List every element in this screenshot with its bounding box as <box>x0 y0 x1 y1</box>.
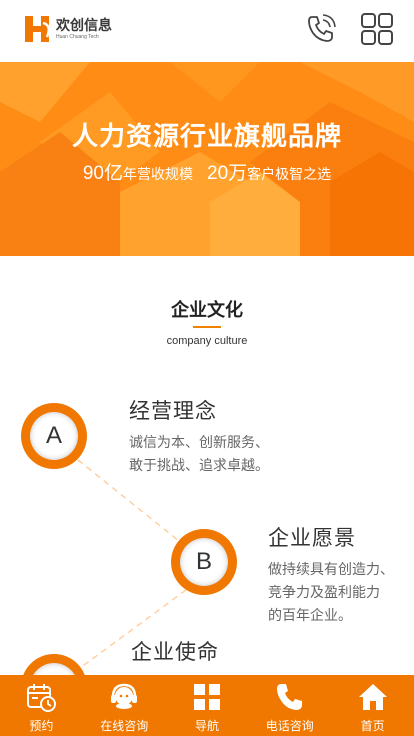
culture-item-b-badge: B <box>171 529 237 595</box>
phone-icon <box>276 684 302 710</box>
culture-item-a-title: 经营理念 <box>129 399 217 423</box>
culture-item-a-desc: 诚信为本、创新服务、 敢于挑战、追求卓越。 <box>129 432 269 478</box>
badge-letter: A <box>30 412 78 460</box>
nav-item-phone-consult[interactable]: 电话咨询 <box>248 675 331 736</box>
nav-item-navigation[interactable]: 导航 <box>166 675 249 736</box>
nav-label: 在线咨询 <box>100 719 149 733</box>
badge-letter: B <box>180 538 228 586</box>
home-icon <box>358 684 387 710</box>
desc-line: 竞争力及盈利能力 <box>268 585 380 601</box>
grid-nav-icon <box>193 684 220 710</box>
nav-label: 首页 <box>360 719 385 733</box>
desc-line: 敢于挑战、追求卓越。 <box>129 458 269 474</box>
desc-line: 做持续具有创造力、 <box>268 562 394 578</box>
nav-item-booking[interactable]: 预约 <box>0 675 83 736</box>
nav-label: 电话咨询 <box>265 719 314 733</box>
culture-item-c-title: 企业使命 <box>131 640 219 664</box>
bottom-nav-bar: 预约 在线咨询 导航 电话咨询 首页 <box>0 675 414 736</box>
customer-service-icon <box>111 683 138 709</box>
nav-label: 导航 <box>194 719 219 733</box>
culture-item-b-desc: 做持续具有创造力、 竞争力及盈利能力 的百年企业。 <box>268 559 394 628</box>
culture-item-b-title: 企业愿景 <box>268 526 356 550</box>
nav-item-home[interactable]: 首页 <box>331 675 414 736</box>
calendar-clock-icon <box>27 684 57 712</box>
desc-line: 诚信为本、创新服务、 <box>129 435 269 451</box>
desc-line: 的百年企业。 <box>268 608 352 624</box>
nav-label: 预约 <box>29 719 54 733</box>
nav-item-online-consult[interactable]: 在线咨询 <box>83 675 166 736</box>
culture-item-a-badge: A <box>21 403 87 469</box>
